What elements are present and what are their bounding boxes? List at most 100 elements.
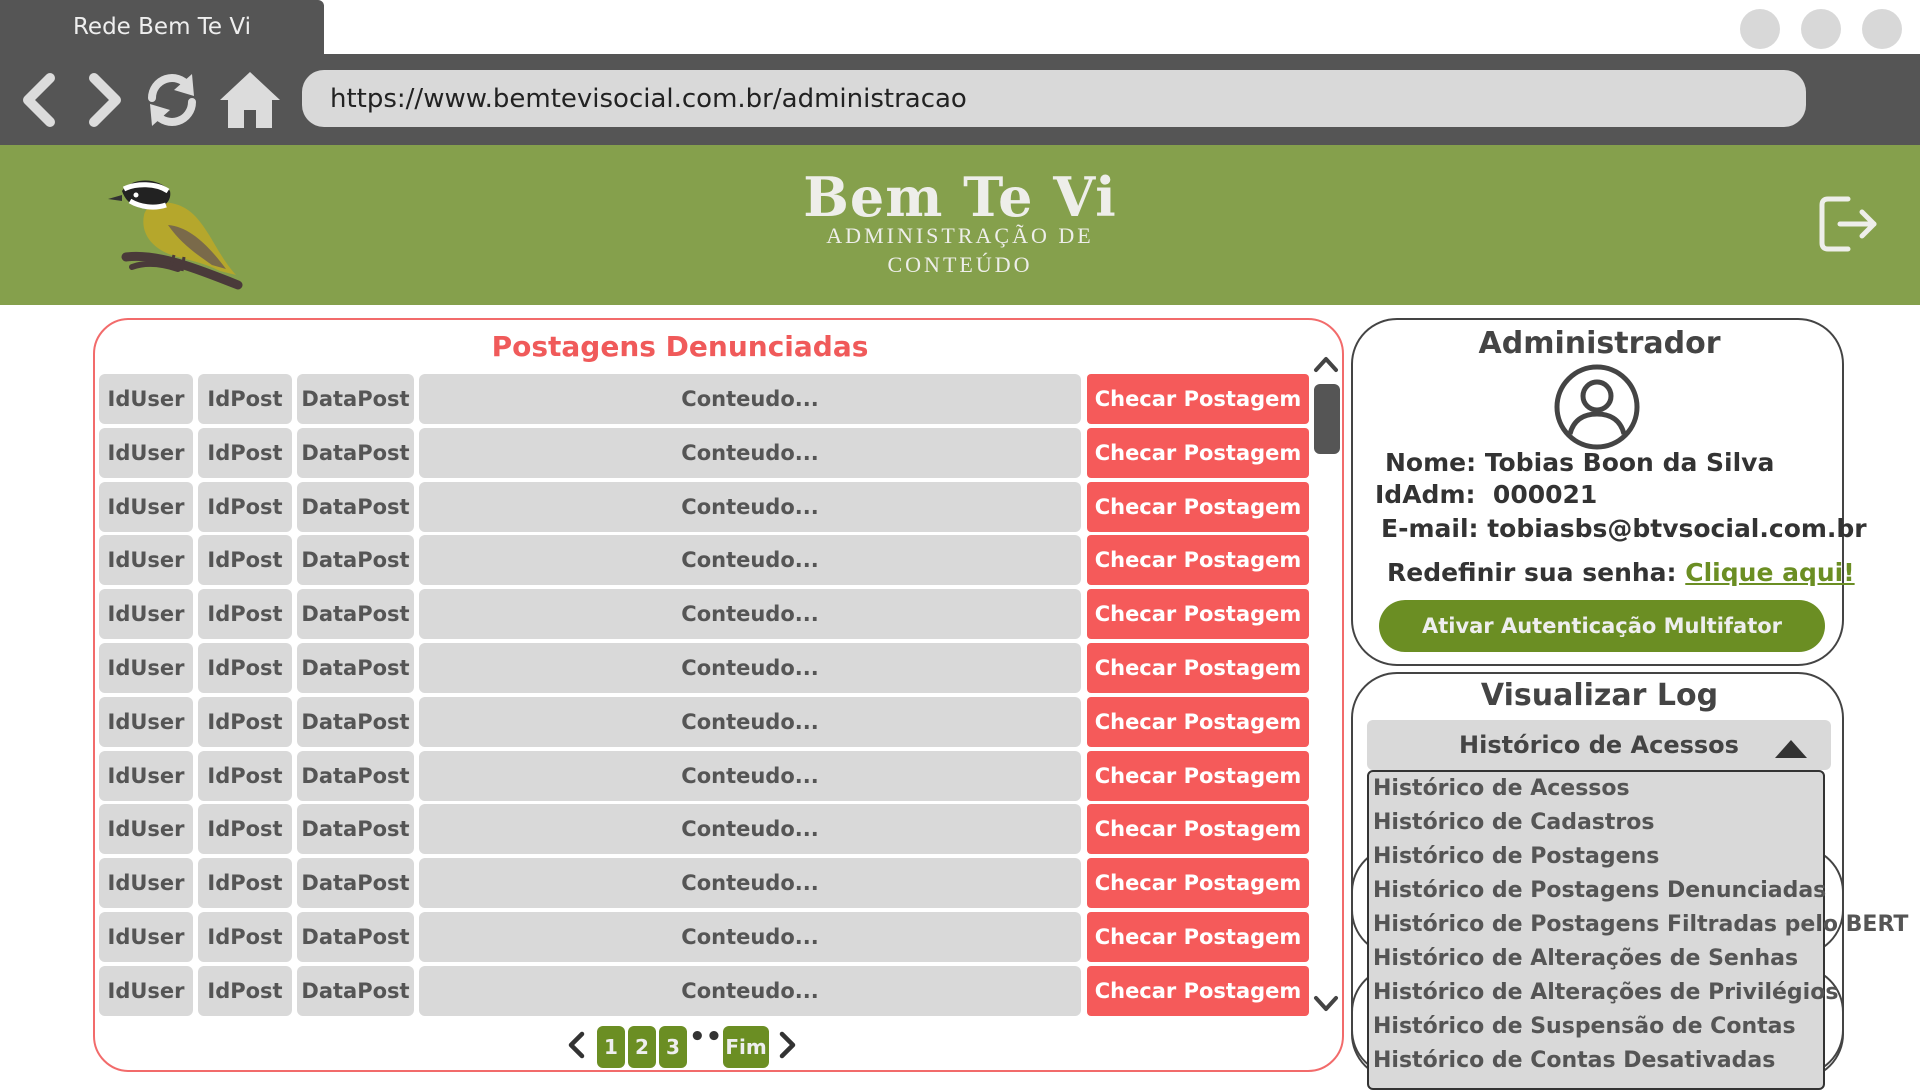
table-row: IdUser IdPost DataPost Conteudo... Checar Po… — [99, 750, 1309, 801]
brand-subtitle: ADMINISTRAÇÃO DE CONTEÚDO — [815, 221, 1105, 279]
cell-content: Conteudo... — [419, 965, 1081, 1016]
check-post-button[interactable]: Checar Postagem — [1087, 374, 1309, 424]
check-post-button[interactable]: Checar Postagem — [1087, 643, 1309, 693]
cell-iduser: IdUser — [99, 427, 193, 478]
reset-password-row: Redefinir sua senha: Clique aqui! — [1387, 558, 1855, 587]
cell-content: Conteudo... — [419, 750, 1081, 801]
reported-posts-panel: Postagens Denunciadas IdUser IdPost DataPo… — [93, 318, 1344, 1072]
cell-iduser: IdUser — [99, 535, 193, 586]
cell-iduser: IdUser — [99, 374, 193, 424]
cell-content: Conteudo... — [419, 804, 1081, 855]
admin-email-label: E-mail: — [1381, 514, 1479, 543]
check-post-button[interactable]: Checar Postagem — [1087, 589, 1309, 640]
check-post-button[interactable]: Checar Postagem — [1087, 427, 1309, 478]
enable-mfa-button[interactable]: Ativar Autenticação Multifator — [1379, 600, 1825, 652]
page-button-3[interactable]: 3 — [659, 1026, 687, 1068]
logout-icon[interactable] — [1818, 193, 1880, 255]
scrollbar-thumb[interactable] — [1314, 384, 1340, 454]
address-bar[interactable]: https://www.bemtevisocial.com.br/adminis… — [302, 70, 1806, 127]
scrollbar[interactable] — [1310, 348, 1342, 1020]
back-icon[interactable] — [8, 68, 72, 132]
cell-iduser: IdUser — [99, 858, 193, 909]
page-button-2[interactable]: 2 — [628, 1026, 656, 1068]
url-text: https://www.bemtevisocial.com.br/adminis… — [330, 83, 967, 114]
browser-toolbar: https://www.bemtevisocial.com.br/adminis… — [0, 54, 1920, 145]
last-page-button[interactable]: Fim — [723, 1026, 769, 1068]
bird-logo-icon — [108, 180, 243, 290]
cell-idpost: IdPost — [198, 804, 292, 855]
cell-content: Conteudo... — [419, 589, 1081, 640]
log-option[interactable]: Histórico de Cadastros — [1373, 806, 1819, 840]
window-close-button[interactable] — [1862, 9, 1902, 49]
administrator-title: Administrador — [1478, 326, 1721, 361]
cell-datapost: DataPost — [297, 858, 414, 909]
log-option[interactable]: Histórico de Postagens — [1373, 840, 1819, 874]
admin-id-row: IdAdm: 000021 — [1375, 480, 1597, 509]
cell-idpost: IdPost — [198, 481, 292, 532]
cell-datapost: DataPost — [297, 481, 414, 532]
cell-iduser: IdUser — [99, 750, 193, 801]
check-post-button[interactable]: Checar Postagem — [1087, 696, 1309, 747]
check-post-button[interactable]: Checar Postagem — [1087, 804, 1309, 855]
reported-posts-title: Postagens Denunciadas — [491, 330, 869, 363]
cell-datapost: DataPost — [297, 427, 414, 478]
reset-password-link[interactable]: Clique aqui! — [1685, 558, 1854, 587]
check-post-button[interactable]: Checar Postagem — [1087, 912, 1309, 962]
cell-iduser: IdUser — [99, 589, 193, 640]
admin-name-label: Nome: — [1385, 448, 1477, 477]
table-row: IdUser IdPost DataPost Conteudo... Checar Po… — [99, 643, 1309, 693]
cell-idpost: IdPost — [198, 965, 292, 1016]
window-maximize-button[interactable] — [1801, 9, 1841, 49]
cell-datapost: DataPost — [297, 643, 414, 693]
cell-idpost: IdPost — [198, 589, 292, 640]
log-option[interactable]: Histórico de Postagens Denunciadas — [1373, 874, 1826, 908]
table-row: IdUser IdPost DataPost Conteudo... Checar Po… — [99, 481, 1309, 532]
cell-datapost: DataPost — [297, 589, 414, 640]
next-page-icon[interactable] — [773, 1030, 801, 1060]
admin-id: 000021 — [1492, 480, 1598, 509]
check-post-button[interactable]: Checar Postagem — [1087, 481, 1309, 532]
log-type-select[interactable]: Histórico de Acessos — [1367, 720, 1831, 770]
window-minimize-button[interactable] — [1740, 9, 1780, 49]
admin-email: tobiasbs@btvsocial.com.br — [1487, 514, 1867, 543]
check-post-button[interactable]: Checar Postagem — [1087, 750, 1309, 801]
table-row: IdUser IdPost DataPost Conteudo... Checar Po… — [99, 965, 1309, 1016]
cell-datapost: DataPost — [297, 965, 414, 1016]
brand-subtitle-line1: ADMINISTRAÇÃO DE — [826, 223, 1094, 248]
brand-subtitle-line2: CONTEÚDO — [887, 252, 1033, 277]
scroll-down-icon[interactable] — [1310, 988, 1342, 1020]
table-row: IdUser IdPost DataPost Conteudo... Checar Po… — [99, 696, 1309, 747]
log-option[interactable]: Histórico de Acessos — [1373, 772, 1819, 806]
table-row: IdUser IdPost DataPost Conteudo... Checar Po… — [99, 804, 1309, 855]
cell-content: Conteudo... — [419, 912, 1081, 962]
reload-icon[interactable] — [140, 68, 204, 132]
log-option[interactable]: Histórico de Contas Desativadas — [1373, 1044, 1819, 1078]
admin-name-row: Nome: Tobias Boon da Silva — [1385, 448, 1774, 477]
log-type-options: Histórico de Acessos Histórico de Cadastr… — [1373, 772, 1908, 1078]
check-post-button[interactable]: Checar Postagem — [1087, 858, 1309, 909]
log-option[interactable]: Histórico de Postagens Filtradas pelo BE… — [1373, 908, 1908, 942]
log-option[interactable]: Histórico de Alterações de Privilégios — [1373, 976, 1838, 1010]
cell-idpost: IdPost — [198, 427, 292, 478]
log-type-dropdown: Histórico de Acessos Histórico de Cadastr… — [1367, 770, 1908, 1090]
caret-up-icon[interactable] — [1773, 738, 1809, 760]
log-option[interactable]: Histórico de Suspensão de Contas — [1373, 1010, 1819, 1044]
cell-content: Conteudo... — [419, 696, 1081, 747]
cell-datapost: DataPost — [297, 374, 414, 424]
brand-title: Bem Te Vi — [803, 165, 1117, 229]
page-button-1[interactable]: 1 — [597, 1026, 625, 1068]
log-option[interactable]: Histórico de Alterações de Senhas — [1373, 942, 1819, 976]
check-post-button[interactable]: Checar Postagem — [1087, 965, 1309, 1016]
cell-idpost: IdPost — [198, 858, 292, 909]
cell-content: Conteudo... — [419, 374, 1081, 424]
prev-page-icon[interactable] — [563, 1030, 591, 1060]
forward-icon[interactable] — [72, 68, 136, 132]
reset-password-label: Redefinir sua senha: — [1387, 558, 1677, 587]
cell-iduser: IdUser — [99, 696, 193, 747]
scroll-up-icon[interactable] — [1310, 348, 1342, 380]
user-avatar-icon — [1554, 364, 1640, 450]
home-icon[interactable] — [218, 68, 282, 132]
check-post-button[interactable]: Checar Postagem — [1087, 535, 1309, 586]
table-row: IdUser IdPost DataPost Conteudo... Checar Po… — [99, 427, 1309, 478]
browser-tab[interactable]: Rede Bem Te Vi — [0, 0, 324, 54]
